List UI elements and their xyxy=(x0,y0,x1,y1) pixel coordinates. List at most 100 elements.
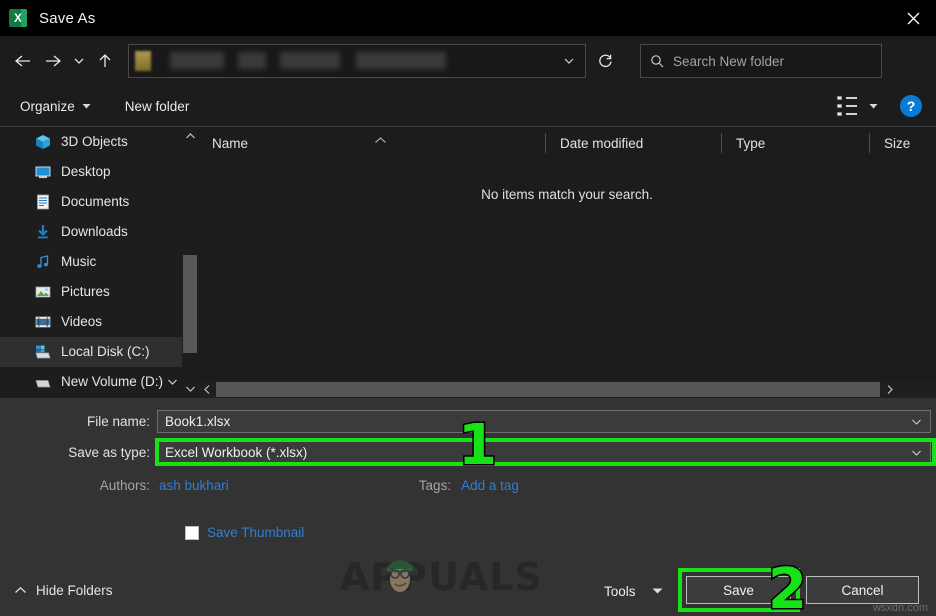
file-name-row: File name: Book1.xlsx xyxy=(0,410,936,433)
save-thumbnail-row[interactable]: Save Thumbnail xyxy=(185,525,304,540)
search-input[interactable]: Search New folder xyxy=(640,44,882,78)
sidebar-item-music[interactable]: Music xyxy=(0,247,198,277)
refresh-icon[interactable] xyxy=(588,44,622,78)
sidebar-item-videos[interactable]: Videos xyxy=(0,307,198,337)
add-a-tag-link[interactable]: Add a tag xyxy=(461,478,519,493)
chevron-up-icon xyxy=(14,586,27,595)
column-header-label: Type xyxy=(736,135,766,151)
empty-list-message: No items match your search. xyxy=(481,187,653,202)
close-icon[interactable] xyxy=(890,0,936,36)
save-as-dialog: X Save As Search New folder Organize New… xyxy=(0,0,936,616)
save-as-type-select[interactable]: Excel Workbook (*.xlsx) xyxy=(157,441,931,464)
drive-icon xyxy=(34,374,51,391)
column-header-label: Name xyxy=(212,135,249,151)
authors-value-link[interactable]: ash bukhari xyxy=(159,478,229,493)
file-list-pane: Name Date modified Type Size No items ma… xyxy=(198,127,936,398)
sidebar-item-label: Videos xyxy=(61,314,103,330)
downloads-icon xyxy=(34,224,51,241)
scroll-down-chevron-icon[interactable] xyxy=(182,380,198,398)
sidebar-item-label: Desktop xyxy=(61,164,111,180)
metadata-row: Authors: ash bukhari Tags: Add a tag xyxy=(0,478,936,493)
navigation-pane: 3D Objects Desktop Documents Downloads M… xyxy=(0,127,198,398)
sidebar-item-3d-objects[interactable]: 3D Objects xyxy=(0,127,198,157)
chevron-down-icon xyxy=(82,103,91,110)
back-arrow-icon[interactable] xyxy=(8,44,38,78)
sidebar-item-downloads[interactable]: Downloads xyxy=(0,217,198,247)
sidebar-item-pictures[interactable]: Pictures xyxy=(0,277,198,307)
sidebar-item-local-disk-c[interactable]: Local Disk (C:) xyxy=(0,337,198,367)
search-icon xyxy=(650,54,664,68)
forward-arrow-icon[interactable] xyxy=(38,44,68,78)
save-as-type-row: Save as type: Excel Workbook (*.xlsx) xyxy=(0,441,936,464)
save-options-panel: File name: Book1.xlsx Save as type: Exce… xyxy=(0,398,936,616)
sidebar-item-label: Documents xyxy=(61,194,130,210)
view-layout-icon[interactable] xyxy=(837,95,859,117)
sidebar-item-label: 3D Objects xyxy=(61,134,128,150)
column-header-type[interactable]: Type xyxy=(721,133,869,153)
music-icon xyxy=(34,254,51,271)
sidebar-vertical-scrollbar[interactable] xyxy=(182,127,198,398)
scroll-left-chevron-icon[interactable] xyxy=(198,381,215,398)
file-name-label: File name: xyxy=(86,414,150,429)
cancel-button[interactable]: Cancel xyxy=(806,576,919,604)
scroll-right-chevron-icon[interactable] xyxy=(881,381,898,398)
title-bar: X Save As xyxy=(0,0,936,36)
save-thumbnail-checkbox[interactable] xyxy=(185,525,199,540)
scroll-up-chevron-icon[interactable] xyxy=(182,127,198,145)
folder-icon xyxy=(135,51,151,71)
documents-icon xyxy=(34,194,51,211)
column-headers: Name Date modified Type Size xyxy=(198,127,936,159)
organize-label: Organize xyxy=(20,98,75,114)
column-header-date-modified[interactable]: Date modified xyxy=(545,133,721,153)
desktop-icon xyxy=(34,164,51,181)
chevron-down-icon[interactable] xyxy=(911,442,922,463)
authors-label: Authors: xyxy=(99,478,150,493)
sidebar-item-documents[interactable]: Documents xyxy=(0,187,198,217)
videos-icon xyxy=(34,314,51,331)
up-arrow-icon[interactable] xyxy=(90,44,120,78)
file-name-input[interactable]: Book1.xlsx xyxy=(157,410,931,433)
save-thumbnail-label: Save Thumbnail xyxy=(207,525,305,540)
help-button[interactable]: ? xyxy=(900,95,922,117)
sidebar-item-label: Pictures xyxy=(61,284,110,300)
tags-label: Tags: xyxy=(418,478,452,493)
new-folder-button[interactable]: New folder xyxy=(117,92,198,120)
column-header-label: Size xyxy=(884,135,911,151)
tools-button[interactable]: Tools xyxy=(604,578,663,604)
search-placeholder: Search New folder xyxy=(673,53,785,69)
hide-folders-label: Hide Folders xyxy=(36,583,113,598)
save-as-type-label: Save as type: xyxy=(68,445,150,460)
sidebar-item-label: Downloads xyxy=(61,224,128,240)
hide-folders-button[interactable]: Hide Folders xyxy=(14,583,113,598)
column-header-size[interactable]: Size xyxy=(869,133,936,153)
toolbar-right-group: ? xyxy=(837,95,922,117)
address-dropdown-chevron-down-icon[interactable] xyxy=(559,45,579,77)
excel-app-icon: X xyxy=(9,9,27,27)
pictures-icon xyxy=(34,284,51,301)
save-as-type-value: Excel Workbook (*.xlsx) xyxy=(165,445,308,460)
sort-ascending-caret-icon xyxy=(374,135,387,147)
scrollbar-thumb[interactable] xyxy=(216,382,880,397)
view-options-chevron-down-icon[interactable] xyxy=(869,103,878,110)
sidebar-item-desktop[interactable]: Desktop xyxy=(0,157,198,187)
sidebar-item-new-volume-d[interactable]: New Volume (D:) xyxy=(0,367,198,397)
save-button[interactable]: Save xyxy=(686,576,791,604)
file-list-horizontal-scrollbar[interactable] xyxy=(198,381,936,398)
column-header-name[interactable]: Name xyxy=(198,133,545,153)
address-path-redacted xyxy=(156,50,557,72)
new-folder-label: New folder xyxy=(124,98,190,114)
navigation-bar: Search New folder xyxy=(0,36,936,86)
window-title: Save As xyxy=(39,9,96,27)
tools-label: Tools xyxy=(604,583,636,599)
organize-button[interactable]: Organize xyxy=(12,92,99,120)
chevron-down-icon[interactable] xyxy=(911,411,922,432)
sidebar-item-label: New Volume (D:) xyxy=(61,374,164,390)
3d-objects-icon xyxy=(34,134,51,151)
scrollbar-thumb[interactable] xyxy=(183,255,197,353)
column-header-label: Date modified xyxy=(560,135,644,151)
recent-locations-chevron-icon[interactable] xyxy=(68,44,90,78)
sidebar-item-label: Local Disk (C:) xyxy=(61,344,150,360)
address-bar[interactable] xyxy=(128,44,586,78)
chevron-down-icon xyxy=(652,587,663,595)
file-name-value: Book1.xlsx xyxy=(165,414,231,429)
